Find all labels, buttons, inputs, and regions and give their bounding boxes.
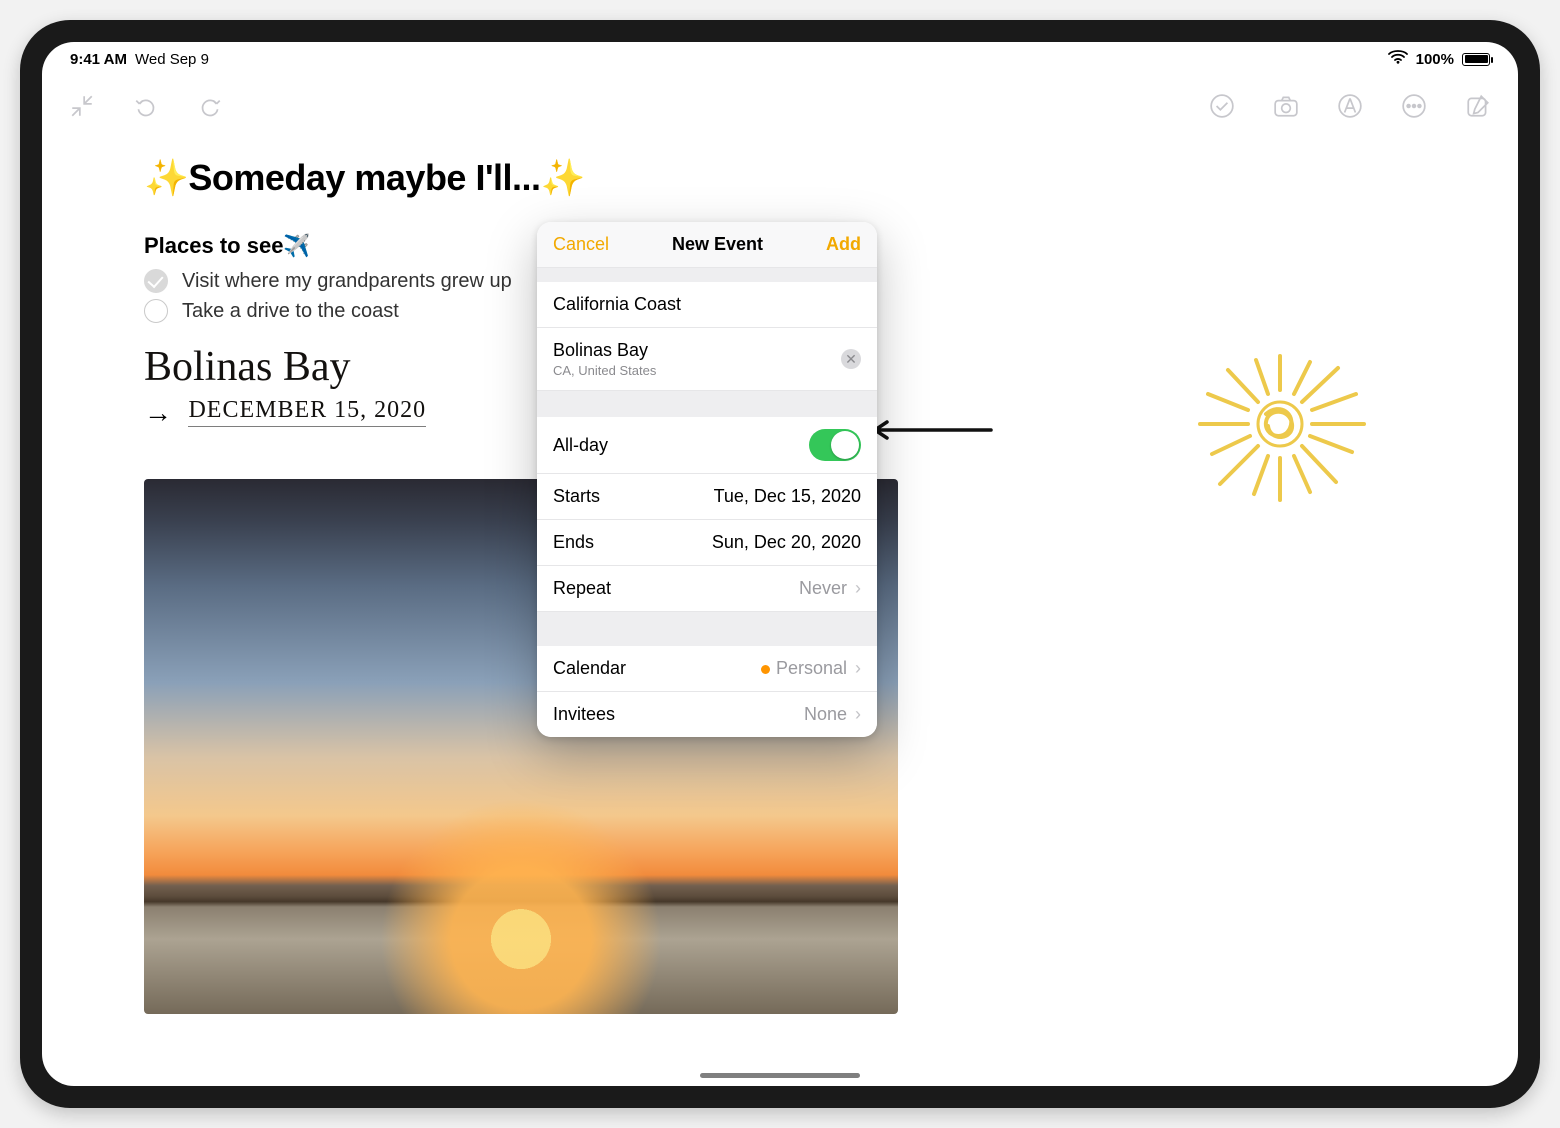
undo-icon[interactable]	[132, 92, 160, 120]
wifi-icon	[1388, 50, 1408, 68]
chevron-right-icon: ›	[855, 704, 861, 724]
home-indicator[interactable]	[700, 1073, 860, 1078]
calendar-value: Personal	[776, 658, 847, 678]
calendar-label: Calendar	[553, 658, 626, 679]
collapse-icon[interactable]	[68, 92, 96, 120]
repeat-label: Repeat	[553, 578, 611, 599]
more-icon[interactable]	[1400, 92, 1428, 120]
repeat-value: Never	[799, 578, 847, 598]
all-day-row: All-day	[537, 417, 877, 474]
cancel-button[interactable]: Cancel	[553, 234, 609, 255]
new-event-popover: Cancel New Event Add California Coast Bo…	[537, 222, 877, 737]
ipad-device-frame: 9:41 AM Wed Sep 9 100%	[20, 20, 1540, 1108]
ends-label: Ends	[553, 532, 594, 553]
markup-icon[interactable]	[1336, 92, 1364, 120]
popover-separator	[537, 268, 877, 282]
battery-percent: 100%	[1416, 51, 1454, 68]
checklist-icon[interactable]	[1208, 92, 1236, 120]
camera-icon[interactable]	[1272, 92, 1300, 120]
popover-header: Cancel New Event Add	[537, 222, 877, 268]
clear-location-icon[interactable]: ✕	[841, 349, 861, 369]
ends-row[interactable]: Ends Sun, Dec 20, 2020	[537, 520, 877, 566]
starts-row[interactable]: Starts Tue, Dec 15, 2020	[537, 474, 877, 520]
note-toolbar	[42, 80, 1518, 132]
event-title-field[interactable]: California Coast	[537, 282, 877, 328]
popover-separator	[537, 612, 877, 646]
redo-icon[interactable]	[196, 92, 224, 120]
checkbox-checked-icon[interactable]	[144, 269, 168, 293]
invitees-row[interactable]: Invitees None ›	[537, 692, 877, 737]
calendar-color-dot-icon	[761, 665, 770, 674]
checkbox-unchecked-icon[interactable]	[144, 299, 168, 323]
handwriting-date: DECEMBER 15, 2020	[188, 397, 426, 427]
status-time: 9:41 AM	[70, 51, 127, 68]
invitees-value: None	[804, 704, 847, 724]
popover-separator	[537, 391, 877, 417]
arrow-right-icon: →	[144, 397, 172, 429]
all-day-label: All-day	[553, 435, 608, 456]
checklist-item-label: Visit where my grandparents grew up	[182, 270, 512, 293]
compose-icon[interactable]	[1464, 92, 1492, 120]
status-date: Wed Sep 9	[135, 51, 209, 68]
screen: 9:41 AM Wed Sep 9 100%	[42, 42, 1518, 1086]
all-day-toggle[interactable]	[809, 429, 861, 461]
volume-up-button	[108, 34, 156, 42]
arrow-left-drawn-icon	[869, 419, 994, 441]
checklist-item-label: Take a drive to the coast	[182, 300, 399, 323]
chevron-right-icon: ›	[855, 658, 861, 678]
event-location-sub: CA, United States	[553, 363, 656, 378]
sun-drawing-icon	[1160, 332, 1380, 532]
popover-title: New Event	[672, 234, 763, 255]
starts-label: Starts	[553, 486, 600, 507]
event-location-value: Bolinas Bay	[553, 340, 656, 361]
note-title: ✨Someday maybe I'll...✨	[144, 157, 1458, 199]
volume-down-button	[168, 34, 216, 42]
invitees-label: Invitees	[553, 704, 615, 725]
battery-icon	[1462, 53, 1490, 66]
event-title-value: California Coast	[553, 294, 681, 315]
ends-value: Sun, Dec 20, 2020	[712, 532, 861, 553]
calendar-row[interactable]: Calendar Personal ›	[537, 646, 877, 692]
status-bar: 9:41 AM Wed Sep 9 100%	[42, 42, 1518, 72]
power-button	[34, 128, 42, 190]
repeat-row[interactable]: Repeat Never ›	[537, 566, 877, 612]
starts-value: Tue, Dec 15, 2020	[714, 486, 861, 507]
add-button[interactable]: Add	[826, 234, 861, 255]
chevron-right-icon: ›	[855, 578, 861, 598]
event-location-field[interactable]: Bolinas Bay CA, United States ✕	[537, 328, 877, 391]
